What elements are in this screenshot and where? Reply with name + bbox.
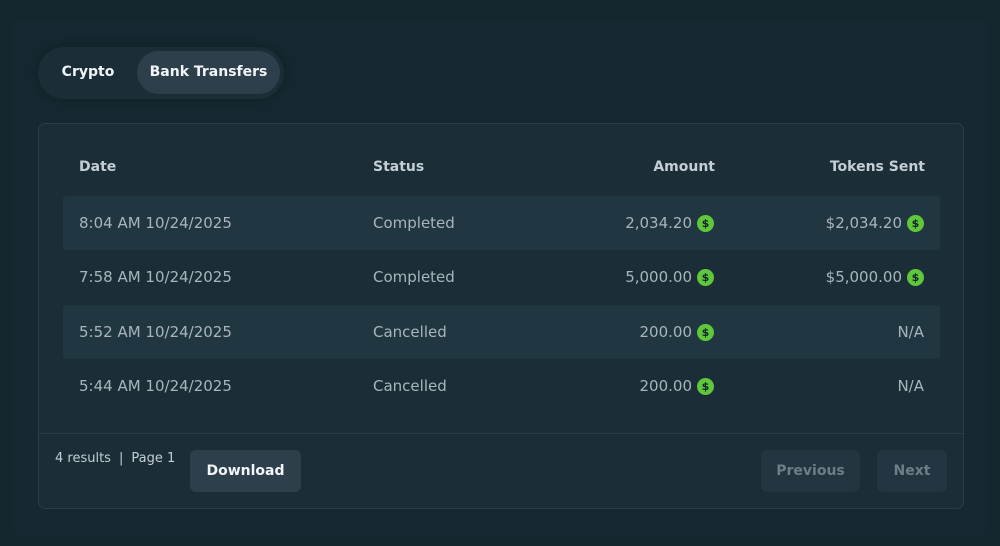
row-amount: 2,034.20 $	[625, 196, 714, 250]
amount-value: 5,000.00	[625, 268, 692, 286]
dollar-coin-icon: $	[697, 268, 714, 286]
tab-bank-transfers[interactable]: Bank Transfers	[137, 51, 280, 94]
page-indicator: Page 1	[131, 451, 176, 466]
download-button[interactable]: Download	[190, 450, 301, 492]
table-row: 5:52 AM 10/24/2025 Cancelled 200.00 $ N/…	[63, 305, 940, 359]
tokens-value: N/A	[897, 323, 924, 341]
amount-value: 2,034.20	[625, 214, 692, 232]
row-tokens-sent: N/A	[897, 359, 924, 413]
column-header-date: Date	[79, 159, 117, 175]
pagination-separator: |	[118, 451, 124, 466]
dollar-coin-icon: $	[697, 377, 714, 395]
table-row: 7:58 AM 10/24/2025 Completed 5,000.00 $ …	[63, 250, 940, 304]
tokens-value: N/A	[897, 377, 924, 395]
row-date: 5:44 AM 10/24/2025	[79, 377, 232, 395]
amount-value: 200.00	[639, 377, 693, 395]
row-status: Cancelled	[373, 323, 447, 341]
row-date: 5:52 AM 10/24/2025	[79, 323, 232, 341]
column-header-tokens-sent: Tokens Sent	[829, 159, 925, 175]
row-date: 7:58 AM 10/24/2025	[79, 268, 232, 286]
row-tokens-sent: $2,034.20 $	[826, 196, 924, 250]
previous-page-button[interactable]: Previous	[761, 450, 860, 492]
column-header-amount: Amount	[653, 159, 715, 175]
row-tokens-sent: N/A	[897, 305, 924, 359]
transactions-table-card: Date Status Amount Tokens Sent 8:04 AM 1…	[38, 123, 964, 509]
tab-crypto[interactable]: Crypto	[44, 51, 132, 94]
results-count: 4 results	[55, 451, 111, 466]
footer-divider	[39, 433, 963, 434]
row-tokens-sent: $5,000.00 $	[826, 250, 924, 304]
tokens-value: $2,034.20	[825, 214, 902, 232]
row-status: Completed	[373, 268, 455, 286]
dollar-coin-icon: $	[907, 268, 924, 286]
row-status: Completed	[373, 214, 455, 232]
pagination-info: 4 results | Page 1	[55, 451, 175, 466]
dollar-coin-icon: $	[907, 214, 924, 232]
next-page-button[interactable]: Next	[877, 450, 947, 492]
table-row: 5:44 AM 10/24/2025 Cancelled 200.00 $ N/…	[63, 359, 940, 413]
transfer-type-tabs: Crypto Bank Transfers	[38, 47, 284, 99]
dollar-coin-icon: $	[697, 323, 714, 341]
table-row: 8:04 AM 10/24/2025 Completed 2,034.20 $ …	[63, 196, 940, 250]
row-date: 8:04 AM 10/24/2025	[79, 214, 232, 232]
tokens-value: $5,000.00	[825, 268, 902, 286]
column-header-status: Status	[373, 159, 425, 175]
row-amount: 5,000.00 $	[625, 250, 714, 304]
amount-value: 200.00	[639, 323, 693, 341]
row-amount: 200.00 $	[639, 359, 714, 413]
row-status: Cancelled	[373, 377, 447, 395]
dollar-coin-icon: $	[697, 214, 714, 232]
row-amount: 200.00 $	[639, 305, 714, 359]
